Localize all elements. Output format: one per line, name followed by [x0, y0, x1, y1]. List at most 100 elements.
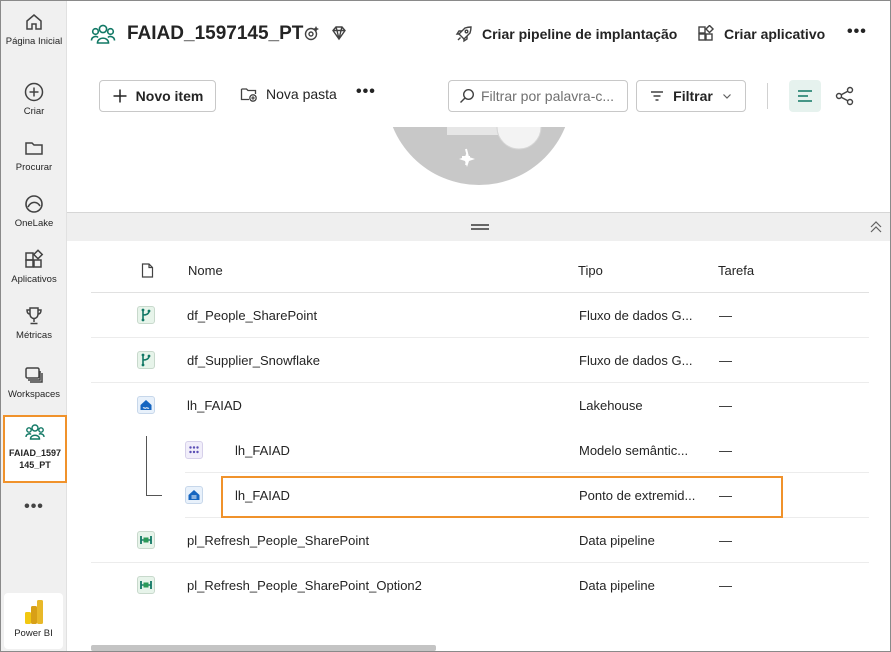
create-app-button[interactable]: Criar aplicativo — [697, 25, 825, 43]
rail-item-create[interactable]: Criar — [1, 81, 67, 118]
column-header-task[interactable]: Tarefa — [718, 263, 754, 278]
toolbar-divider — [767, 83, 768, 109]
workspace-illustration — [67, 127, 890, 212]
rail-label: Workspaces — [7, 389, 61, 400]
create-pipeline-button[interactable]: Criar pipeline de implantação — [455, 25, 677, 43]
dataflow-icon — [137, 306, 155, 324]
rail-label: Aplicativos — [11, 274, 57, 285]
new-folder-icon — [240, 88, 257, 102]
search-input[interactable] — [481, 88, 621, 104]
pipeline-icon — [137, 576, 155, 594]
rocket-icon — [455, 26, 472, 43]
rail-item-workspaces[interactable]: Workspaces — [1, 364, 67, 401]
apps-icon — [698, 25, 715, 41]
item-name[interactable]: lh_FAIAD — [235, 488, 290, 503]
lineage-view-toggle[interactable] — [833, 84, 857, 108]
item-type: Data pipeline — [579, 578, 655, 593]
item-name[interactable]: lh_FAIAD — [187, 398, 242, 413]
dataflow-icon — [137, 351, 155, 369]
rail-item-home[interactable]: Página Inicial — [1, 11, 67, 48]
rail-label: Página Inicial — [5, 36, 63, 47]
rail-item-onelake[interactable]: OneLake — [1, 193, 67, 230]
collapse-up-icon[interactable] — [869, 220, 883, 234]
item-task: — — [719, 488, 732, 503]
item-type: Fluxo de dados G... — [579, 353, 693, 368]
item-task: — — [719, 398, 732, 413]
item-name[interactable]: df_Supplier_Snowflake — [187, 353, 320, 368]
toolbar-more-button[interactable]: ••• — [356, 83, 376, 101]
new-folder-label: Nova pasta — [266, 86, 337, 102]
rail-label: Procurar — [15, 162, 53, 173]
powerbi-switcher[interactable]: Power BI — [4, 593, 63, 649]
item-type: Ponto de extremid... — [579, 488, 696, 503]
home-icon — [26, 14, 42, 30]
resize-grip-icon[interactable] — [471, 224, 489, 230]
filter-label: Filtrar — [673, 88, 713, 104]
rail-item-metrics[interactable]: Métricas — [1, 305, 67, 342]
item-name[interactable]: lh_FAIAD — [235, 443, 290, 458]
item-name[interactable]: pl_Refresh_People_SharePoint — [187, 533, 369, 548]
onelake-icon — [25, 195, 43, 213]
rail-item-apps[interactable]: Aplicativos — [1, 249, 67, 286]
powerbi-logo-icon — [24, 600, 43, 624]
header-more-button[interactable]: ••• — [847, 23, 867, 41]
pane-splitter[interactable] — [67, 212, 890, 241]
empty-state-illustration — [392, 127, 566, 185]
list-view-toggle[interactable] — [789, 80, 821, 112]
folder-icon — [25, 142, 43, 155]
sql-endpoint-icon — [185, 486, 203, 504]
workspaces-icon — [25, 367, 43, 383]
item-name[interactable]: pl_Refresh_People_SharePoint_Option2 — [187, 578, 422, 593]
item-type: Fluxo de dados G... — [579, 308, 693, 323]
horizontal-scrollbar[interactable] — [91, 645, 436, 651]
workspace-people-icon — [90, 24, 116, 44]
filter-search-box[interactable] — [448, 80, 628, 112]
workspace-people-icon — [25, 424, 45, 440]
rail-label: Métricas — [16, 330, 52, 341]
page-title: FAIAD_1597145_PT — [127, 23, 304, 44]
table-row[interactable]: pl_Refresh_People_SharePoint Data pipeli… — [91, 518, 869, 563]
lineage-view-icon — [835, 86, 854, 106]
create-app-label: Criar aplicativo — [724, 26, 826, 42]
item-type: Data pipeline — [579, 533, 655, 548]
item-task: — — [719, 578, 732, 593]
table-row[interactable]: lh_FAIAD Lakehouse — — [91, 383, 869, 428]
premium-diamond-icon — [332, 26, 346, 41]
app-window: Página Inicial Criar Procurar OneLake Ap… — [0, 0, 891, 652]
table-row[interactable]: df_Supplier_Snowflake Fluxo de dados G..… — [91, 338, 869, 383]
item-task: — — [719, 443, 732, 458]
column-header-name[interactable]: Nome — [188, 263, 223, 278]
item-task: — — [719, 353, 732, 368]
item-task: — — [719, 308, 732, 323]
table-row-child[interactable]: lh_FAIAD Modelo semântic... — — [185, 428, 869, 473]
item-type: Modelo semântic... — [579, 443, 689, 458]
filter-button[interactable]: Filtrar — [636, 80, 746, 112]
search-icon — [460, 88, 475, 103]
table-row[interactable]: df_People_SharePoint Fluxo de dados G...… — [91, 293, 869, 338]
chevron-down-icon — [722, 94, 731, 99]
item-name[interactable]: df_People_SharePoint — [187, 308, 317, 323]
item-task: — — [719, 533, 732, 548]
workspace-header: FAIAD_1597145_PT Criar pipeline de impla… — [67, 1, 890, 67]
toolbar: Novo item Nova pasta ••• Filtrar — [67, 67, 890, 127]
tree-connector — [146, 436, 162, 496]
filter-icon — [651, 91, 664, 101]
table-row[interactable]: pl_Refresh_People_SharePoint_Option2 Dat… — [91, 563, 869, 608]
rail-label: FAIAD_1597145_PT — [8, 448, 62, 470]
trophy-icon — [26, 307, 42, 325]
column-header-type[interactable]: Tipo — [578, 263, 603, 278]
pipeline-icon — [137, 531, 155, 549]
table-row-child[interactable]: lh_FAIAD Ponto de extremid... — — [185, 473, 869, 518]
create-pipeline-label: Criar pipeline de implantação — [482, 26, 678, 42]
new-item-label: Novo item — [135, 88, 204, 104]
new-folder-button[interactable]: Nova pasta — [240, 86, 337, 102]
items-table: Nome Tipo Tarefa df_People_SharePoint Fl… — [67, 241, 890, 651]
rail-item-current-workspace[interactable]: FAIAD_1597145_PT — [3, 415, 67, 483]
powerbi-label: Power BI — [14, 628, 53, 639]
table-header: Nome Tipo Tarefa — [91, 241, 869, 293]
rail-more-button[interactable]: ••• — [1, 498, 67, 516]
item-type: Lakehouse — [579, 398, 643, 413]
rail-item-browse[interactable]: Procurar — [1, 137, 67, 174]
new-item-button[interactable]: Novo item — [99, 80, 216, 112]
workspace-settings-icon[interactable] — [303, 24, 321, 42]
